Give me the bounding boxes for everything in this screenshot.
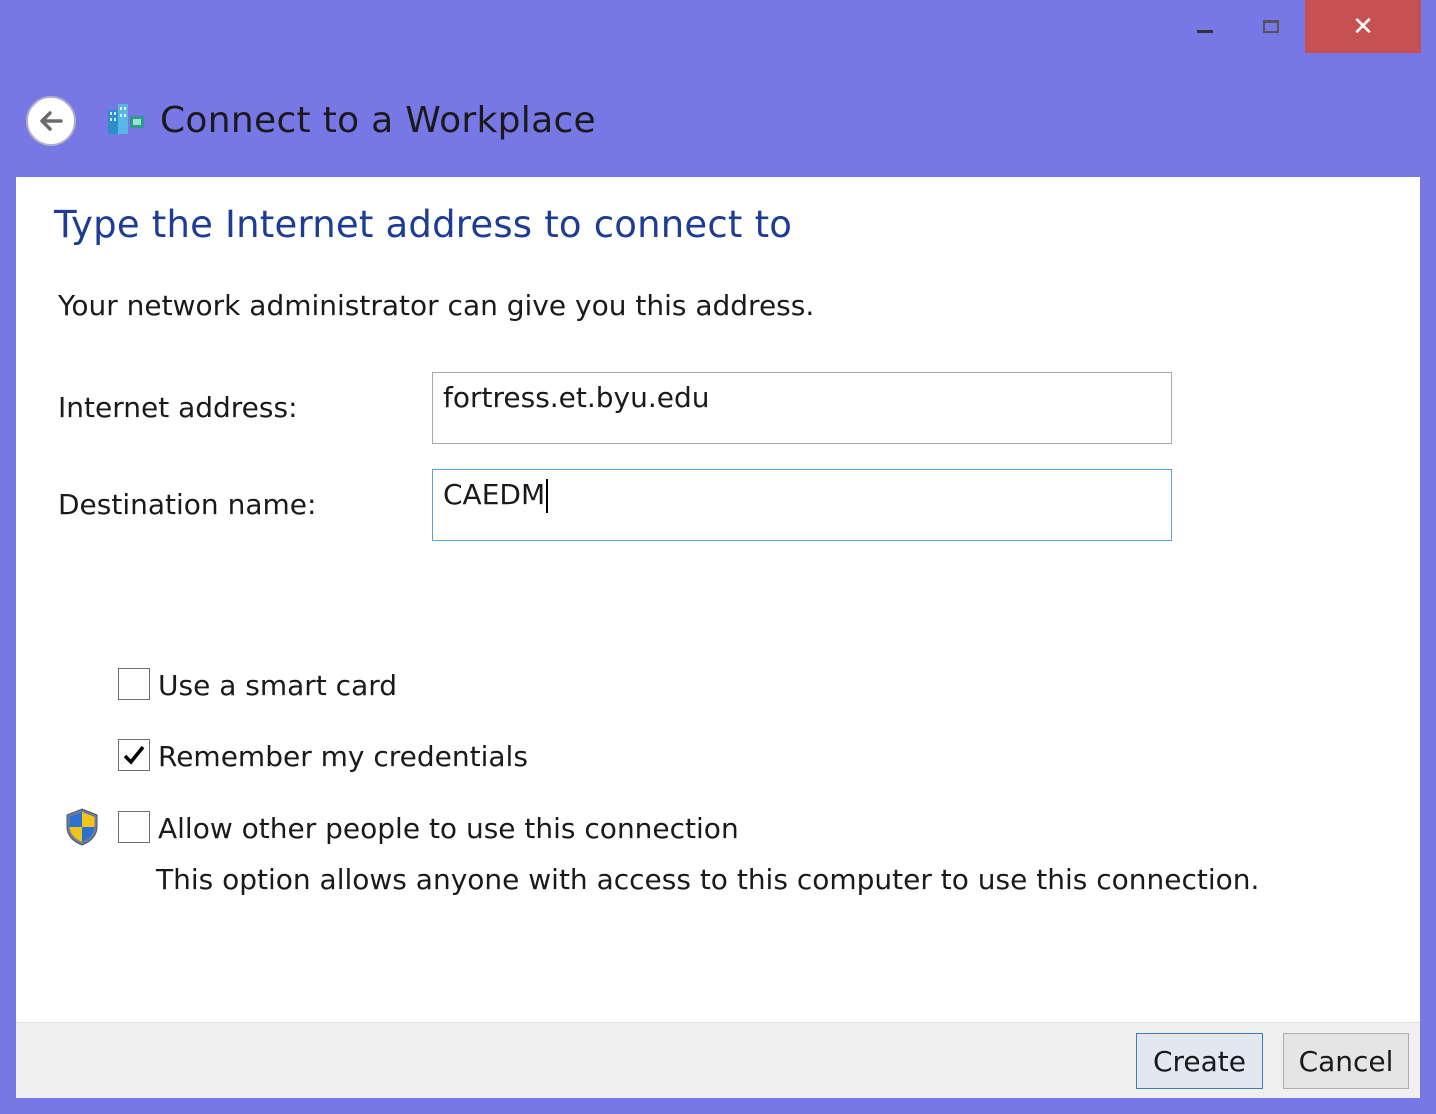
allow-others-note: This option allows anyone with access to… — [156, 863, 1260, 896]
smart-card-checkbox[interactable] — [118, 668, 150, 700]
close-button[interactable]: ✕ — [1305, 0, 1421, 53]
dialog-window: ✕ Connect to a Workplace Type the Intern… — [0, 0, 1436, 1114]
back-arrow-icon — [40, 111, 63, 131]
minimize-button[interactable] — [1175, 0, 1235, 53]
internet-address-input[interactable]: fortress.et.byu.edu — [432, 372, 1172, 444]
remember-credentials-label[interactable]: Remember my credentials — [158, 740, 528, 773]
internet-address-value: fortress.et.byu.edu — [443, 381, 710, 414]
allow-others-checkbox[interactable] — [118, 811, 150, 843]
content-panel: Type the Internet address to connect to … — [16, 177, 1420, 1022]
remember-credentials-checkbox[interactable] — [118, 739, 150, 771]
minimize-icon — [1197, 30, 1213, 33]
button-bar: Create Cancel — [16, 1022, 1420, 1098]
internet-address-label: Internet address: — [58, 391, 298, 424]
text-caret — [546, 479, 549, 513]
create-button[interactable]: Create — [1136, 1033, 1263, 1089]
destination-name-input[interactable]: CAEDM — [432, 469, 1172, 541]
cancel-button[interactable]: Cancel — [1283, 1033, 1409, 1089]
intro-text: Your network administrator can give you … — [58, 289, 815, 322]
uac-shield-icon — [66, 808, 98, 846]
page-heading: Type the Internet address to connect to — [54, 203, 793, 246]
checkmark-icon — [123, 745, 145, 765]
destination-name-label: Destination name: — [58, 488, 317, 521]
maximize-icon — [1263, 20, 1279, 33]
close-icon: ✕ — [1352, 11, 1374, 42]
destination-name-value: CAEDM — [443, 478, 546, 511]
allow-others-label[interactable]: Allow other people to use this connectio… — [158, 812, 739, 845]
workplace-network-icon — [108, 104, 144, 134]
back-button[interactable] — [26, 96, 76, 146]
window-title: Connect to a Workplace — [160, 100, 596, 141]
smart-card-label[interactable]: Use a smart card — [158, 669, 397, 702]
maximize-button[interactable] — [1240, 0, 1302, 53]
